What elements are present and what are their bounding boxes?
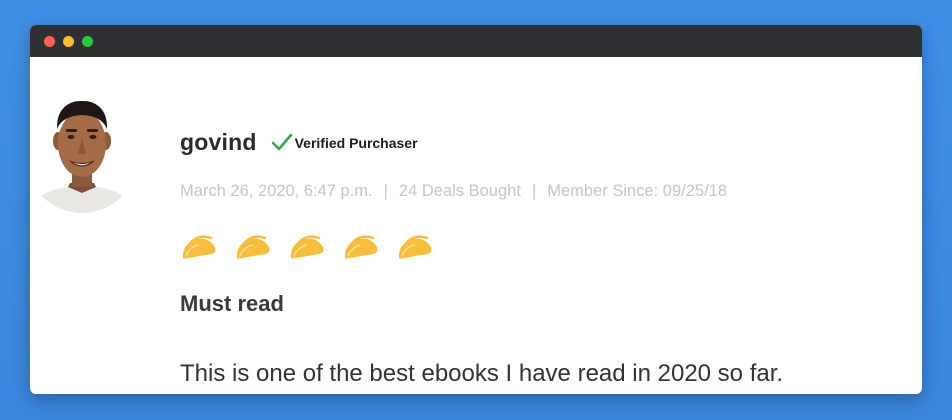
- taco-icon: [398, 235, 432, 259]
- review-window: govind Verified Purchaser March 26, 2020…: [30, 25, 922, 394]
- review-body: This is one of the best ebooks I have re…: [180, 360, 784, 387]
- taco-icon: [290, 235, 324, 259]
- meta-separator: |: [383, 182, 388, 200]
- taco-icon: [344, 235, 378, 259]
- verified-badge: Verified Purchaser: [271, 133, 418, 153]
- deals-bought: 24 Deals Bought: [398, 182, 521, 200]
- maximize-window-button[interactable]: [82, 36, 93, 47]
- review-title: Must read: [180, 291, 284, 316]
- member-since: Member Since: 09/25/18: [547, 182, 728, 200]
- reviewer-header: govind Verified Purchaser: [180, 129, 418, 156]
- review-meta: March 26, 2020, 6:47 p.m. | 24 Deals Bough…: [180, 182, 727, 201]
- minimize-window-button[interactable]: [63, 36, 74, 47]
- window-titlebar: [30, 25, 922, 57]
- checkmark-icon: [271, 133, 292, 150]
- taco-icon: [182, 235, 216, 259]
- verified-label: Verified Purchaser: [294, 134, 418, 151]
- reviewer-name[interactable]: govind: [180, 129, 257, 156]
- star-rating: [180, 231, 450, 261]
- close-window-button[interactable]: [44, 36, 55, 47]
- meta-separator: |: [531, 182, 537, 200]
- taco-icon: [236, 235, 270, 259]
- review-date: March 26, 2020, 6:47 p.m.: [180, 182, 373, 200]
- avatar: [38, 101, 126, 213]
